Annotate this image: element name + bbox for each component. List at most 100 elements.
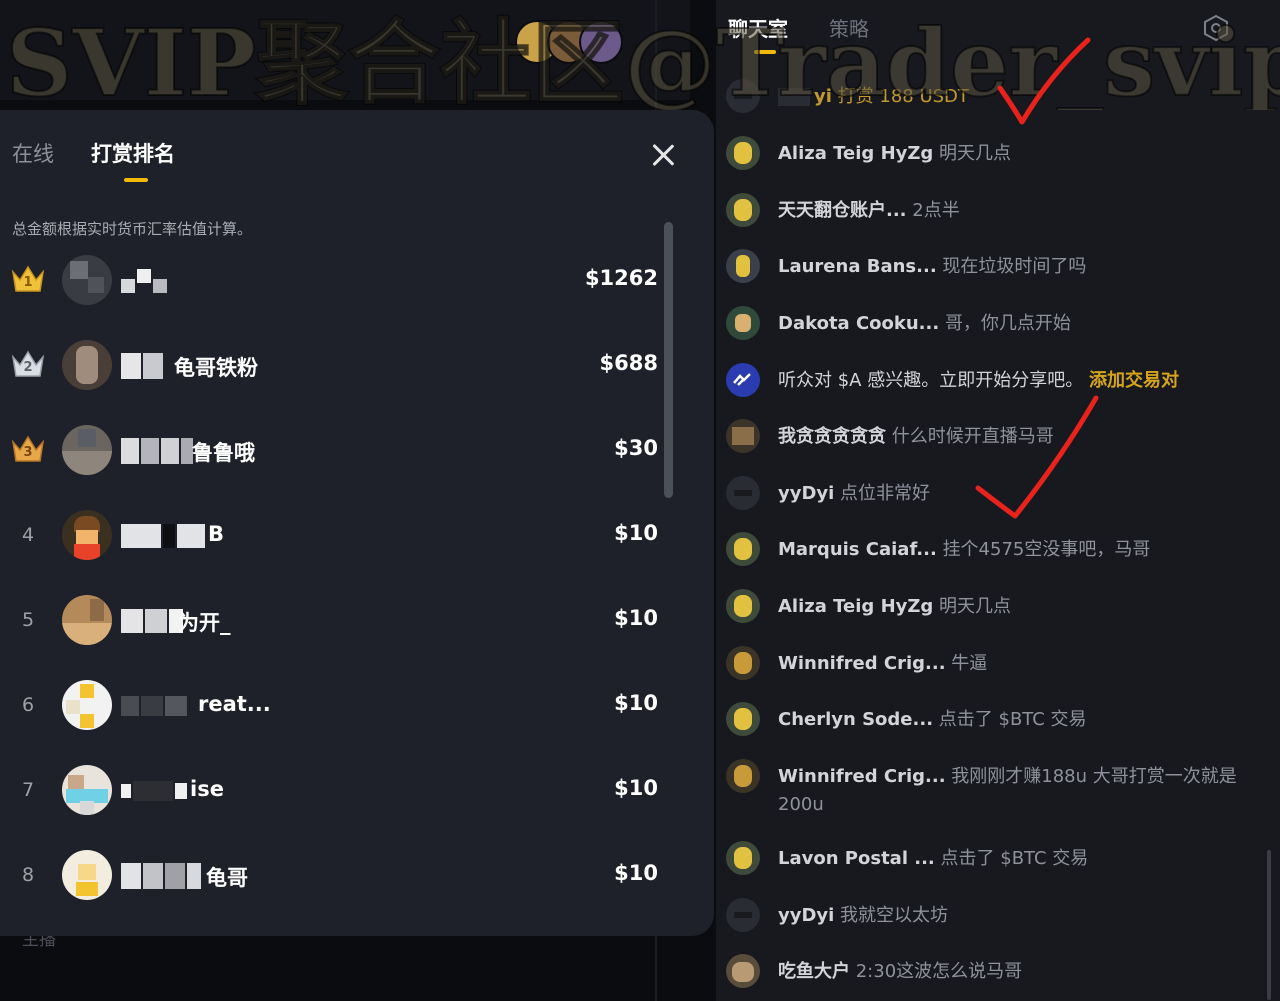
chat-username[interactable]: 吃鱼大户 (778, 961, 850, 982)
tab-strategy[interactable]: 策略 (829, 13, 869, 42)
silver-crown-icon: 2 (10, 349, 46, 379)
avatar (726, 841, 760, 875)
avatar (726, 589, 760, 623)
rank-number: 2 (23, 360, 33, 375)
tip-amount: $10 (614, 776, 658, 800)
message-text: 2:30这波怎么说马哥 (855, 961, 1023, 982)
tab-tip-ranking[interactable]: 打赏排名 (91, 138, 175, 168)
tip-amount: $10 (614, 861, 658, 885)
chat-username[interactable]: Laurena Bans... (778, 256, 937, 277)
tip-leaderboard-panel: 在线 打赏排名 总金额根据实时货币汇率估值计算。 1 $1262 2 龟哥铁粉 … (0, 110, 714, 936)
chat-username[interactable]: yyDyi (778, 905, 834, 926)
message-text: 点击了 $BTC 交易 (938, 709, 1087, 730)
rank-number: 4 (21, 524, 35, 546)
viewer-avatars[interactable] (515, 20, 623, 66)
blurred-name (121, 776, 189, 806)
chat-username[interactable]: yi (814, 86, 832, 107)
chat-username[interactable]: Aliza Teig HyZg (778, 143, 933, 164)
system-text: 听众对 $A 感兴趣。立即开始分享吧。 (778, 370, 1084, 391)
tip-amount: $30 (614, 436, 658, 460)
message-text: 明天几点 (939, 596, 1012, 617)
rank-number: 3 (23, 445, 33, 460)
chat-username[interactable]: 天天翻仓账户... (778, 200, 907, 221)
chat-username[interactable]: Winnifred Crig... (778, 766, 946, 787)
leaderboard-note: 总金额根据实时货币汇率估值计算。 (12, 220, 253, 238)
avatar (62, 510, 112, 560)
rank-number: 8 (21, 864, 35, 886)
chat-username[interactable]: 我贪贪贪贪贪 (778, 426, 886, 447)
avatar (726, 79, 760, 113)
chat-username[interactable]: yyDyi (778, 483, 834, 504)
gold-crown-icon: 1 (10, 264, 46, 294)
tip-amount: $1262 (584, 266, 658, 290)
tab-online[interactable]: 在线 (12, 138, 54, 168)
message-text: 明天几点 (939, 143, 1012, 164)
avatar (726, 193, 760, 227)
message-text: 现在垃圾时间了吗 (942, 256, 1087, 277)
leaderboard-row[interactable]: 8 龟哥 $10 (0, 833, 700, 917)
user-name: ise (190, 777, 224, 801)
avatar (726, 476, 760, 510)
chat-panel: 聊天室 策略 yi 打赏 188 USDT Aliza Teig HyZg 明天… (716, 0, 1280, 1001)
avatar (726, 702, 760, 736)
chat-scrollbar[interactable] (1267, 850, 1271, 1000)
avatar (62, 850, 112, 900)
tip-message: 打赏 188 USDT (837, 86, 969, 107)
chat-username[interactable]: Dakota Cooku... (778, 313, 939, 334)
avatar (726, 249, 760, 283)
avatar (62, 680, 112, 730)
message-text: 挂个4575空没事吧，马哥 (942, 539, 1151, 560)
binance-square-icon (726, 363, 760, 397)
blurred-name (121, 691, 189, 721)
message-text: 牛逼 (951, 653, 988, 674)
avatar (62, 595, 112, 645)
leaderboard-row[interactable]: 1 $1262 (0, 238, 700, 322)
tip-amount: $688 (599, 351, 658, 375)
leaderboard-row[interactable]: 2 龟哥铁粉 $688 (0, 323, 700, 407)
avatar (726, 954, 760, 988)
leaderboard-row[interactable]: 5 为开_ $10 (0, 578, 700, 662)
avatar (726, 898, 760, 932)
blurred-name (121, 861, 203, 891)
chat-username[interactable]: Winnifred Crig... (778, 653, 946, 674)
message-text: 我就空以太坊 (840, 905, 949, 926)
avatar (62, 340, 112, 390)
leaderboard-row[interactable]: 3 鲁鲁哦 $30 (0, 408, 700, 492)
leaderboard-row[interactable]: 7 ise $10 (0, 748, 700, 832)
add-trading-pair-link[interactable]: 添加交易对 (1089, 370, 1179, 391)
message-text: 点位非常好 (840, 483, 931, 504)
message-text: 什么时候开直播马哥 (891, 426, 1054, 447)
blurred-name (121, 606, 185, 636)
rank-number: 5 (21, 609, 35, 631)
close-icon[interactable] (648, 140, 678, 170)
chat-username[interactable]: Aliza Teig HyZg (778, 596, 933, 617)
rank-number: 6 (21, 694, 35, 716)
active-tab-indicator (754, 50, 776, 54)
user-name: 龟哥铁粉 (174, 356, 258, 380)
blurred-name (778, 88, 810, 106)
message-text: 哥，你几点开始 (944, 313, 1071, 334)
tip-amount: $10 (614, 521, 658, 545)
leaderboard-row[interactable]: 4 B $10 (0, 493, 700, 577)
chat-username[interactable]: Marquis Caiaf... (778, 539, 937, 560)
tab-chat-room[interactable]: 聊天室 (728, 13, 788, 42)
user-name: reat... (198, 692, 271, 716)
blurred-name (121, 521, 207, 551)
avatar (62, 425, 112, 475)
rank-number: 1 (23, 275, 33, 290)
avatar (726, 532, 760, 566)
viewer-avatar (579, 20, 623, 64)
active-tab-indicator (124, 178, 148, 182)
settings-icon[interactable] (1202, 14, 1230, 42)
rank-number: 7 (21, 779, 35, 801)
avatar (62, 765, 112, 815)
message-text: 2点半 (912, 200, 960, 221)
chat-username[interactable]: Lavon Postal ... (778, 848, 935, 869)
blurred-name (121, 436, 195, 466)
blurred-name (121, 351, 165, 381)
avatar (726, 759, 760, 793)
user-name: 鲁鲁哦 (192, 441, 255, 465)
leaderboard-row[interactable]: 6 reat... $10 (0, 663, 700, 747)
chat-username[interactable]: Cherlyn Sode... (778, 709, 933, 730)
tip-amount: $10 (614, 691, 658, 715)
